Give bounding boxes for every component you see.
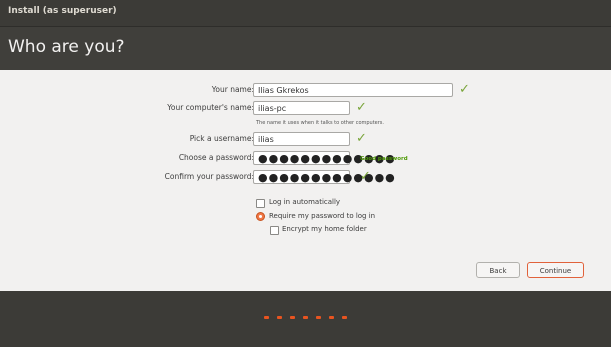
encrypt-home-label[interactable]: Encrypt my home folder (282, 224, 367, 234)
confirm-password-field[interactable]: ●●●●●●●●●●●●● (253, 170, 395, 184)
continue-button[interactable]: Continue (527, 262, 584, 278)
require-password-label[interactable]: Require my password to log in (269, 211, 375, 221)
password-label: Choose a password: (178, 153, 254, 162)
name-check-icon: ✓ (459, 82, 470, 97)
computer-name-label: Your computer's name: (167, 103, 254, 112)
window-title: Install (as superuser) (8, 6, 117, 16)
form-area: Your name: Ilias Gkrekos ✓ Your computer… (0, 70, 611, 291)
username-field[interactable]: ilias (253, 132, 350, 146)
progress-dots (0, 316, 611, 319)
computer-name-field[interactable]: ilias-pc (253, 101, 350, 115)
login-auto-checkbox[interactable] (256, 199, 265, 208)
encrypt-home-checkbox[interactable] (270, 226, 279, 235)
password-strength: Good password (360, 156, 408, 162)
username-check-icon: ✓ (356, 131, 367, 146)
progress-dot (277, 316, 282, 319)
progress-footer (0, 291, 611, 347)
window-titlebar: Install (as superuser) (0, 0, 611, 26)
computer-name-hint: The name it uses when it talks to other … (256, 120, 385, 126)
progress-dot (290, 316, 295, 319)
require-password-radio[interactable] (256, 212, 265, 221)
name-field[interactable]: Ilias Gkrekos (253, 83, 453, 97)
progress-dot (329, 316, 334, 319)
progress-dot (342, 316, 347, 319)
progress-dot (316, 316, 321, 319)
page-header: Who are you? (0, 26, 611, 71)
back-button[interactable]: Back (476, 262, 520, 278)
name-label: Your name: (211, 85, 254, 94)
password-field[interactable]: ●●●●●●●●●●●●● (253, 151, 395, 165)
computer-name-check-icon: ✓ (356, 100, 367, 115)
confirm-password-check-icon: ✓ (360, 169, 371, 184)
progress-dot (303, 316, 308, 319)
confirm-password-label: Confirm your password: (164, 172, 254, 181)
username-label: Pick a username: (189, 134, 254, 143)
page-title: Who are you? (8, 37, 125, 57)
login-auto-label[interactable]: Log in automatically (269, 197, 340, 207)
progress-dot (264, 316, 269, 319)
